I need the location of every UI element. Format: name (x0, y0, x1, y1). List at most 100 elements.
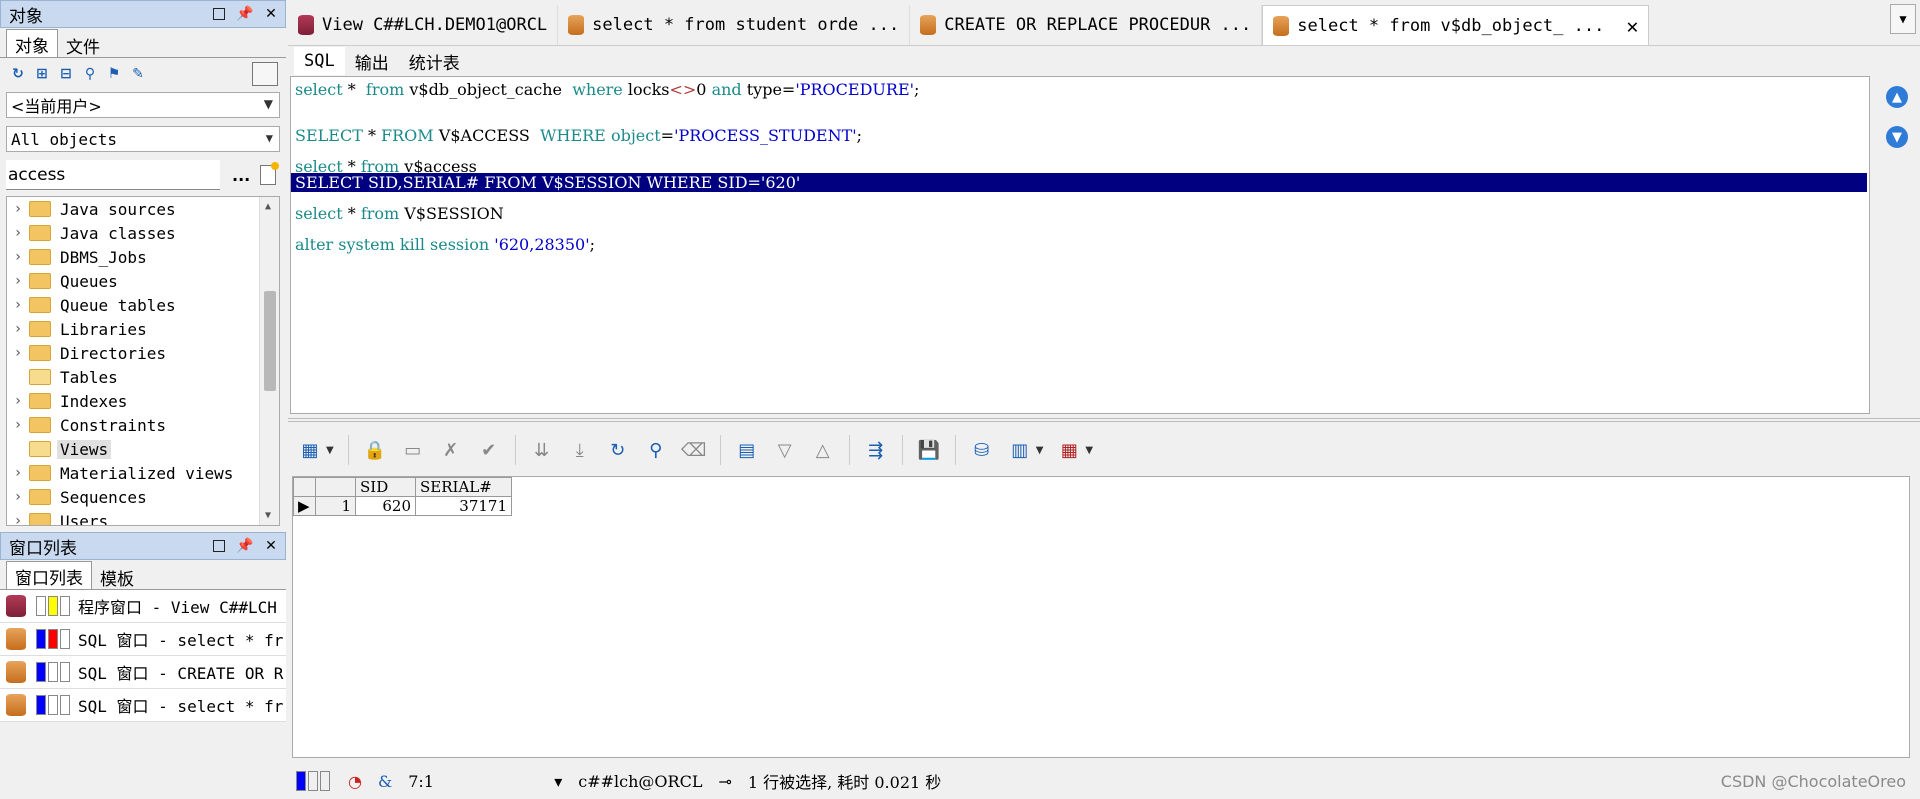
status-swatch (296, 771, 306, 791)
tree-item[interactable]: › Constraints (7, 413, 279, 437)
connection-label[interactable]: c##lch@ORCL (570, 769, 710, 793)
delete-record-icon[interactable]: ✗ (439, 438, 463, 462)
window-list-item[interactable]: SQL 窗口 - CREATE OR R (0, 656, 286, 689)
object-filter-select[interactable]: All objects ▼ (6, 126, 280, 152)
window-list-item[interactable]: 程序窗口 - View C##LCH (0, 590, 286, 623)
scroll-down-icon[interactable]: ▼ (265, 510, 271, 521)
sql-editor[interactable]: select * from v$db_object_cache where lo… (290, 76, 1870, 414)
column-header-serial[interactable]: SERIAL# (415, 477, 512, 497)
chevron-right-icon[interactable]: › (7, 345, 29, 361)
owner-select[interactable]: <当前用户> ▼ (6, 92, 280, 118)
table-export-icon[interactable]: ▦ (1057, 438, 1081, 462)
tree-item[interactable]: › Materialized views (7, 461, 279, 485)
window-list-item[interactable]: SQL 窗口 - select * fr (0, 623, 286, 656)
tree-item[interactable]: › Indexes (7, 389, 279, 413)
chevron-down-icon[interactable]: ▼ (326, 445, 334, 456)
chevron-right-icon[interactable]: › (7, 393, 29, 409)
lock-icon[interactable]: 🔒 (363, 438, 387, 462)
chevron-right-icon[interactable]: › (7, 201, 29, 217)
maximize-icon[interactable] (211, 537, 227, 555)
tree-item[interactable]: › Directories (7, 341, 279, 365)
search-more-button[interactable]: ... (232, 166, 250, 185)
chevron-down-icon[interactable]: ▼ (1085, 445, 1093, 456)
close-tab-icon[interactable]: ✕ (1626, 14, 1638, 38)
chevron-right-icon[interactable]: › (7, 465, 29, 481)
tree-item[interactable]: › Queue tables (7, 293, 279, 317)
document-tab[interactable]: CREATE OR REPLACE PROCEDUR ... (910, 5, 1263, 45)
next-page-icon[interactable]: ▽ (773, 438, 797, 462)
tab-output[interactable]: 输出 (345, 47, 399, 75)
chart-icon[interactable]: ▥ (1008, 438, 1032, 462)
tabs-dropdown-button[interactable]: ▼ (1890, 4, 1916, 34)
tree-item[interactable]: › Users (7, 509, 279, 525)
refresh-icon[interactable]: ↻ (606, 438, 630, 462)
tab-templates[interactable]: 模板 (92, 563, 142, 590)
connection-dropdown-icon[interactable]: ▾ (546, 769, 570, 793)
table-row[interactable]: ▶ 1 620 37171 (293, 496, 512, 516)
chevron-down-icon[interactable]: ▼ (1036, 445, 1044, 456)
color-picker-button[interactable] (252, 62, 278, 86)
document-tab[interactable]: select * from student orde ... (558, 5, 911, 45)
cell-serial[interactable]: 37171 (415, 496, 512, 516)
window-list-item[interactable]: SQL 窗口 - select * fr (0, 689, 286, 722)
tab-window-list[interactable]: 窗口列表 (6, 561, 92, 589)
maximize-icon[interactable] (211, 5, 227, 23)
new-document-icon[interactable] (260, 162, 280, 185)
tree-item[interactable]: › Java classes (7, 221, 279, 245)
prev-page-icon[interactable]: △ (811, 438, 835, 462)
editor-result-splitter[interactable] (288, 418, 1920, 422)
tab-objects[interactable]: 对象 (6, 29, 58, 57)
expand-all-icon[interactable]: ⊞ (34, 66, 50, 82)
close-icon[interactable]: ✕ (263, 5, 279, 23)
filter-edit-icon[interactable]: ✎ (130, 66, 146, 82)
tab-files[interactable]: 文件 (58, 31, 108, 58)
close-icon[interactable]: ✕ (263, 537, 279, 555)
chevron-right-icon[interactable]: › (7, 273, 29, 289)
scroll-up-icon[interactable]: ▲ (265, 201, 271, 212)
arrow-up-icon[interactable]: ▲ (1886, 86, 1908, 108)
chevron-right-icon[interactable]: › (7, 249, 29, 265)
tree-scrollbar[interactable]: ▲ ▼ (259, 197, 279, 525)
tree-item[interactable]: › Libraries (7, 317, 279, 341)
tab-sql[interactable]: SQL (294, 47, 345, 75)
filter-icon[interactable]: ⚑ (106, 66, 122, 82)
collapse-all-icon[interactable]: ⊟ (58, 66, 74, 82)
pin-icon[interactable]: 📌 (236, 537, 253, 555)
document-tab[interactable]: select * from v$db_object_ ... ✕ (1262, 5, 1650, 45)
tree-item[interactable]: Tables (7, 365, 279, 389)
chevron-right-icon[interactable]: › (7, 225, 29, 241)
document-tab[interactable]: View C##LCH.DEMO1@ORCL (288, 5, 559, 45)
insert-record-icon[interactable]: ▭ (401, 438, 425, 462)
arrow-down-icon[interactable]: ▼ (1886, 126, 1908, 148)
chevron-right-icon[interactable]: › (7, 321, 29, 337)
column-header-sid[interactable]: SID (355, 477, 416, 497)
fetch-last-icon[interactable]: ⤓ (568, 438, 592, 462)
post-changes-icon[interactable]: ✔ (477, 438, 501, 462)
single-record-view-icon[interactable]: ▤ (735, 438, 759, 462)
find-icon[interactable]: ⚲ (82, 66, 98, 82)
tree-item[interactable]: Views (7, 437, 279, 461)
find-icon[interactable]: ⚲ (644, 438, 668, 462)
search-input[interactable]: access (6, 160, 220, 190)
export-database-icon[interactable]: ⛁ (970, 438, 994, 462)
tree-item[interactable]: › DBMS_Jobs (7, 245, 279, 269)
result-grid[interactable]: SID SERIAL# ▶ 1 620 37171 (293, 477, 512, 516)
chevron-right-icon[interactable]: › (7, 489, 29, 505)
query-by-example-icon[interactable]: ⇶ (864, 438, 888, 462)
tab-statistics[interactable]: 统计表 (399, 47, 470, 75)
chevron-right-icon[interactable]: › (7, 513, 29, 525)
pin-icon[interactable]: 📌 (236, 5, 253, 23)
refresh-icon[interactable]: ↻ (10, 66, 26, 82)
chevron-right-icon[interactable]: › (7, 297, 29, 313)
fetch-next-icon[interactable]: ⇊ (530, 438, 554, 462)
cell-sid[interactable]: 620 (355, 496, 416, 516)
chevron-right-icon[interactable]: › (7, 417, 29, 433)
save-icon[interactable]: 💾 (917, 438, 941, 462)
clear-icon[interactable]: ⌫ (681, 438, 706, 462)
scroll-thumb[interactable] (264, 291, 276, 391)
navigation-arrows: ▲ ▼ (1886, 86, 1908, 148)
select-grid-icon[interactable]: ▦ (298, 438, 322, 462)
tree-item[interactable]: › Java sources (7, 197, 279, 221)
tree-item[interactable]: › Queues (7, 269, 279, 293)
tree-item[interactable]: › Sequences (7, 485, 279, 509)
